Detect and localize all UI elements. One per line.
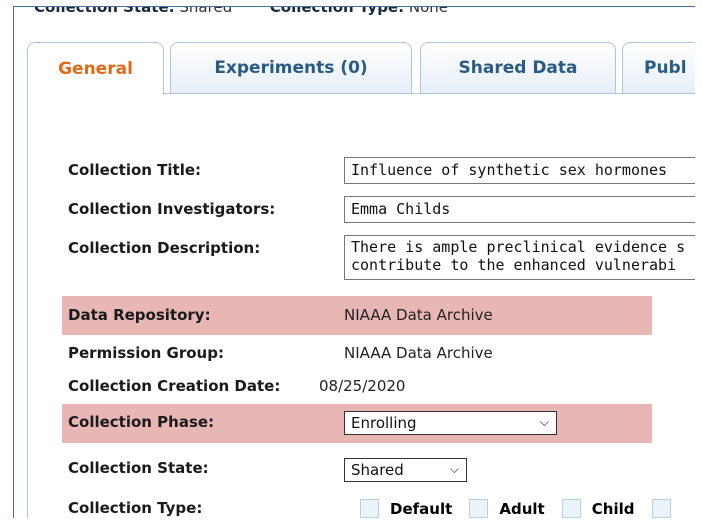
option-adult-label: Adult [499,499,545,518]
tab-publications[interactable]: Publ [622,42,695,93]
top-type-label: Collection Type: [269,6,405,16]
option-default-label: Default [390,499,453,518]
phase-select[interactable]: Enrolling ⌵ [344,411,557,435]
option-child-label: Child [591,499,635,518]
investigators-input[interactable]: Emma Childs [344,196,695,223]
checkbox-adult[interactable] [469,499,489,518]
description-line-1: There is ample preclinical evidence s [351,238,686,256]
state-select-value: Shared [351,461,404,479]
collection-summary-line: Collection State: Shared Collection Type… [34,6,449,16]
phase-select-value: Enrolling [351,414,417,432]
repository-value: NIAAA Data Archive [344,306,493,324]
chevron-down-icon: ⌵ [449,462,459,476]
description-label: Collection Description: [68,239,261,257]
phase-label: Collection Phase: [68,413,215,431]
top-type-value: None [408,6,449,16]
creation-date-value: 08/25/2020 [319,377,406,395]
permission-value: NIAAA Data Archive [344,344,493,362]
top-state-value: Shared [179,6,233,16]
tab-general[interactable]: General [27,42,164,95]
creation-date-label: Collection Creation Date: [68,377,281,395]
general-panel: Collection Title: Influence of synthetic… [27,93,695,518]
collection-frame: Collection State: Shared Collection Type… [13,6,695,518]
state-label: Collection State: [68,459,209,477]
state-select[interactable]: Shared ⌵ [344,458,467,482]
top-state-label: Collection State: [34,6,175,16]
title-label: Collection Title: [68,161,202,179]
checkbox-more[interactable] [651,499,671,518]
checkbox-default[interactable] [360,499,379,518]
chevron-down-icon: ⌵ [539,415,549,429]
tab-bar: General Experiments (0) Shared Data Publ [27,42,695,95]
checkbox-child[interactable] [561,499,581,518]
tab-experiments[interactable]: Experiments (0) [170,42,412,93]
description-line-2: contribute to the enhanced vulnerabi [351,256,677,274]
permission-label: Permission Group: [68,344,224,362]
tab-shared-data[interactable]: Shared Data [420,42,616,93]
type-label: Collection Type: [68,499,203,517]
investigators-label: Collection Investigators: [68,200,276,218]
type-options: Default Adult Child [360,498,682,518]
repository-label: Data Repository: [68,306,211,324]
description-textarea[interactable]: There is ample preclinical evidence s co… [344,235,695,280]
title-input[interactable]: Influence of synthetic sex hormones [344,157,695,184]
